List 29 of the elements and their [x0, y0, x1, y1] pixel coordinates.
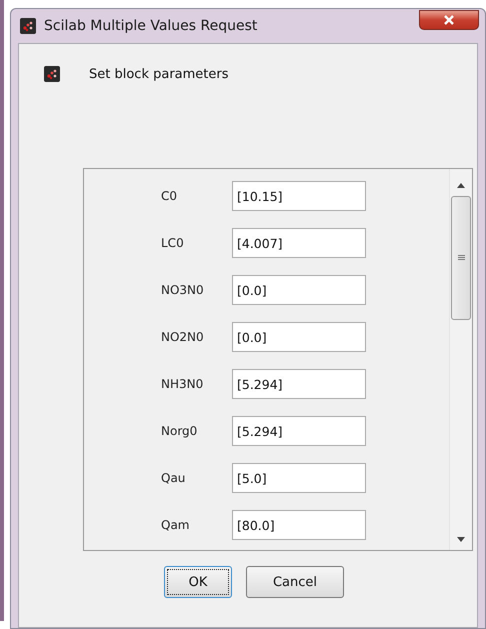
field-label: LC0	[161, 236, 185, 250]
field-label: Norg0	[161, 424, 198, 438]
input-field[interactable]: [4.007]	[232, 228, 366, 258]
input-field[interactable]: [5.294]	[232, 369, 366, 399]
field-label: C0	[161, 189, 178, 203]
field-label: Qau	[161, 471, 186, 485]
field-label: NH3N0	[161, 377, 204, 391]
ok-button[interactable]: OK	[164, 566, 232, 598]
input-field[interactable]: [80.0]	[232, 510, 366, 540]
scrollbar-thumb[interactable]	[451, 196, 471, 320]
input-field[interactable]: [0.0]	[232, 322, 366, 352]
input-field[interactable]: [0.0]	[232, 275, 366, 305]
field-label: NO2N0	[161, 330, 205, 344]
window-title: Scilab Multiple Values Request	[44, 18, 258, 34]
cancel-button[interactable]: Cancel	[246, 566, 344, 598]
grip-icon	[458, 255, 464, 261]
app-icon	[20, 18, 36, 34]
dialog-message: Set block parameters	[89, 66, 229, 82]
close-icon	[443, 14, 455, 26]
field-label: NO3N0	[161, 283, 205, 297]
input-field[interactable]: [5.294]	[232, 416, 366, 446]
input-field[interactable]: [10.15]	[232, 181, 366, 211]
app-icon	[44, 66, 60, 82]
input-field[interactable]: [5.0]	[232, 463, 366, 493]
scroll-down-icon[interactable]	[457, 537, 465, 542]
close-button[interactable]	[419, 10, 479, 30]
scrollbar[interactable]	[449, 169, 472, 550]
scroll-up-icon[interactable]	[457, 183, 465, 188]
field-label: Qam	[161, 518, 190, 532]
